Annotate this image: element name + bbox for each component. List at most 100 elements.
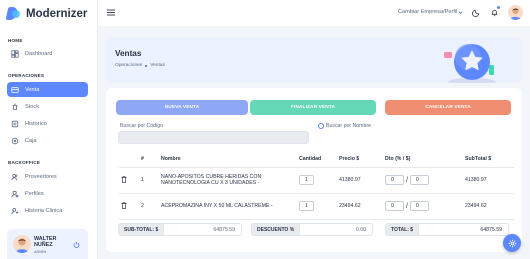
total-value: 64875.59 [480, 226, 502, 233]
page-banner: Ventas Operaciones Ventas [106, 37, 522, 83]
sidebar-item-label: Dashboard [25, 50, 53, 57]
nav-section-operations: OPERACIONES [8, 73, 45, 78]
discount-separator: / [406, 176, 408, 184]
sidebar-item-perfiles[interactable]: Perfiles [7, 186, 88, 201]
quantity-input[interactable]: 1 [299, 201, 314, 211]
layout-dashboard-icon [11, 49, 19, 58]
search-by-name-label: Buscar por Nombre [326, 123, 371, 129]
sidebar-item-venta[interactable]: Venta [7, 82, 88, 97]
search-by-code-label: Buscar por Código [120, 123, 163, 129]
sidebar-item-label: Proveedores [25, 173, 57, 180]
users-icon [11, 173, 19, 181]
sidebar-item-historico[interactable]: Historico [7, 116, 88, 131]
sidebar-item-label: Historia Clinica [25, 207, 63, 214]
total-field: TOTAL: $ 64875.59 [385, 223, 509, 236]
medical-record-icon [11, 207, 19, 215]
row-index: 2 [139, 193, 159, 220]
discount-fields: 0 / 0 [385, 201, 461, 211]
subtotal-field: SUB-TOTAL: $ 64875.59 [118, 223, 242, 236]
nav-section-backoffice: BACKOFFICE [8, 160, 41, 165]
sale-items-table: # Nombre Cantidad Precio $ Dto (% / $) S… [119, 151, 514, 220]
avatar[interactable] [13, 235, 31, 253]
shopping-cart-icon [11, 86, 19, 94]
sidebar: Modernizer HOME Dashboard OPERACIONES Ve… [0, 0, 98, 259]
sidebar-item-label: Venta [25, 86, 40, 93]
sidebar-item-label: Historico [25, 120, 47, 127]
discount-fields: 0 / 0 [385, 175, 461, 185]
trash-icon[interactable] [121, 175, 127, 183]
breadcrumb-item-current: Ventas [150, 63, 165, 68]
col-actions [119, 151, 139, 168]
finish-sale-button[interactable]: FINALIZAR VENTA [250, 100, 376, 115]
power-icon[interactable] [73, 241, 80, 248]
col-index: # [139, 151, 159, 168]
discount-percent-input[interactable]: 0 [385, 175, 404, 185]
search-by-name-radio[interactable] [318, 123, 324, 129]
col-qty: Cantidad [297, 151, 337, 168]
star-illustration-icon [444, 44, 496, 83]
sidebar-item-proveedores[interactable]: Proveedores [7, 169, 88, 184]
row-price: 23494.62 [337, 193, 383, 220]
user-name: WALTER NUÑEZ [34, 236, 57, 248]
page-title: Ventas [115, 49, 142, 58]
discount-percent-input[interactable]: 0 [385, 201, 404, 211]
discount-label: DESCUENTO % [252, 224, 301, 235]
top-header: Cambiar Empresa/Perfil [98, 0, 530, 26]
user-role: ADMIN [34, 250, 47, 254]
settings-fab[interactable] [503, 234, 521, 252]
discount-amount-input[interactable]: 0 [409, 175, 429, 185]
gear-icon [508, 239, 516, 247]
table-header-row: # Nombre Cantidad Precio $ Dto (% / $) S… [119, 151, 514, 168]
total-label: TOTAL: $ [386, 224, 420, 235]
brand-logo-icon [7, 6, 22, 21]
company-select-label: Cambiar Empresa/Perfil [398, 9, 458, 15]
sidebar-item-label: Perfiles [25, 190, 44, 197]
sidebar-item-label: Caja [25, 137, 37, 144]
sidebar-item-caja[interactable]: Caja [7, 133, 88, 148]
table-row: 2 ACEPROMAZINA INY X 50 ML CALASTREME - … [119, 193, 514, 220]
col-discount: Dto (% / $) [383, 151, 463, 168]
sale-card: NUEVA VENTA FINALIZAR VENTA CANCELAR VEN… [106, 88, 522, 252]
moon-icon[interactable] [472, 8, 481, 17]
brand[interactable]: Modernizer [7, 6, 87, 21]
user-card: WALTER NUÑEZ ADMIN [7, 229, 88, 259]
company-profile-select[interactable]: Cambiar Empresa/Perfil [398, 9, 463, 15]
history-icon [11, 120, 19, 128]
brand-name: Modernizer [26, 7, 88, 20]
table-row: 1 NANO-APOSITOS CUBRE HERIDAS CON NANOTE… [119, 167, 514, 194]
sidebar-item-dashboard[interactable]: Dashboard [7, 46, 88, 61]
row-price: 41380.97 [337, 167, 383, 194]
package-icon [11, 103, 19, 111]
quantity-input[interactable]: 1 [299, 175, 314, 185]
row-index: 1 [139, 167, 159, 194]
discount-amount-input[interactable]: 0 [409, 201, 429, 211]
row-subtotal: 41380.97 [463, 167, 514, 194]
header-avatar[interactable] [508, 5, 523, 20]
breadcrumb-item[interactable]: Operaciones [115, 63, 142, 68]
breadcrumb: Operaciones Ventas [115, 63, 165, 68]
row-name: NANO-APOSITOS CUBRE HERIDAS CON NANOTECN… [159, 167, 297, 194]
row-subtotal: 23494.62 [463, 193, 514, 220]
subtotal-value: 64875.59 [213, 226, 235, 233]
sidebar-item-label: Stock [25, 103, 39, 110]
subtotal-label: SUB-TOTAL: $ [119, 224, 165, 235]
menu-icon[interactable] [107, 9, 115, 16]
chevron-down-icon [458, 10, 463, 14]
user-settings-icon [11, 190, 19, 198]
sidebar-item-stock[interactable]: Stock [7, 99, 88, 114]
col-name: Nombre [159, 151, 297, 168]
col-price: Precio $ [337, 151, 383, 168]
sidebar-item-historia-clinica[interactable]: Historia Clinica [7, 203, 88, 218]
trash-icon[interactable] [121, 201, 127, 209]
bell-icon[interactable] [490, 8, 499, 17]
row-name: ACEPROMAZINA INY X 50 ML CALASTREME - [159, 193, 297, 220]
cash-register-icon [11, 137, 19, 145]
discount-separator: / [406, 202, 408, 210]
nav-section-home: HOME [8, 38, 23, 43]
notification-dot [497, 6, 500, 9]
code-search-input[interactable] [118, 131, 309, 144]
cancel-sale-button[interactable]: CANCELAR VENTA [385, 100, 511, 115]
new-sale-button[interactable]: NUEVA VENTA [116, 100, 248, 115]
discount-value[interactable]: 0.00 [300, 224, 372, 235]
discount-field: DESCUENTO % 0.00 [251, 223, 373, 236]
